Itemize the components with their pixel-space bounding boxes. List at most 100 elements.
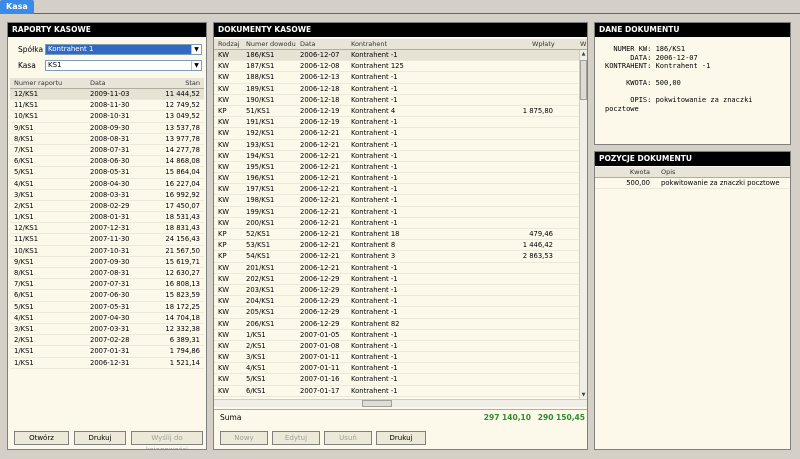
chevron-down-icon[interactable]: ▼ xyxy=(191,61,201,70)
table-row[interactable]: KW 205/KS1 2006-12-29 Kontrahent -1 xyxy=(214,307,579,319)
table-row[interactable]: KW 206/KS1 2006-12-29 Kontrahent 82 xyxy=(214,319,579,330)
table-row[interactable]: KW 202/KS1 2006-12-29 Kontrahent -1 xyxy=(214,274,579,285)
col-opis[interactable]: Opis xyxy=(661,167,675,178)
col-data[interactable]: Data xyxy=(300,39,316,50)
table-row[interactable]: 11/KS1 2007-11-30 24 156,43 xyxy=(10,234,204,246)
usun-button[interactable]: Usuń xyxy=(324,431,372,445)
col-wplaty[interactable]: Wpłaty xyxy=(532,39,555,50)
table-row[interactable]: 1/KS1 2006-12-31 1 521,14 xyxy=(10,358,204,369)
table-row[interactable]: 2/KS1 2007-02-28 6 389,31 xyxy=(10,335,204,347)
dokumenty-vscroll[interactable]: ▲ ▼ xyxy=(579,50,587,399)
scroll-up-icon[interactable]: ▲ xyxy=(580,50,587,58)
drukuj-dokument-button[interactable]: Drukuj xyxy=(376,431,426,445)
table-row[interactable]: 5/KS1 2008-05-31 15 864,04 xyxy=(10,167,204,179)
table-row[interactable]: 3/KS1 2008-03-31 16 992,92 xyxy=(10,190,204,201)
table-row[interactable]: 12/KS1 2009-11-03 11 444,52 xyxy=(10,89,204,101)
table-row[interactable]: KW 189/KS1 2006-12-18 Kontrahent -1 xyxy=(214,84,579,95)
table-row[interactable]: KW 2/KS1 2007-01-08 Kontrahent -1 xyxy=(214,341,579,353)
cell-data: 2008-06-30 xyxy=(90,157,130,166)
col-stan[interactable]: Stan xyxy=(185,78,200,89)
col-numer-dowodu[interactable]: Numer dowodu xyxy=(246,39,296,50)
cell-stan: 18 531,43 xyxy=(165,213,200,222)
cell-data: 2006-12-21 xyxy=(300,207,340,216)
col-rodzaj[interactable]: Rodzaj xyxy=(218,39,240,50)
cell-stan: 15 864,04 xyxy=(165,168,200,177)
kasa-select[interactable]: KS1 ▼ xyxy=(45,60,202,71)
table-row[interactable]: KW 204/KS1 2006-12-29 Kontrahent -1 xyxy=(214,296,579,308)
table-row[interactable]: KW 6/KS1 2007-01-17 Kontrahent -1 xyxy=(214,386,579,397)
table-row[interactable]: 7/KS1 2007-07-31 16 808,13 xyxy=(10,279,204,291)
vscroll-thumb[interactable] xyxy=(580,60,587,100)
table-row[interactable]: 12/KS1 2007-12-31 18 831,43 xyxy=(10,223,204,235)
table-row[interactable]: KW 186/KS1 2006-12-07 Kontrahent -1 xyxy=(214,50,579,62)
table-row[interactable]: 500,00 pokwitowanie za znaczki pocztowe xyxy=(595,178,790,190)
table-row[interactable]: 4/KS1 2007-04-30 14 704,18 xyxy=(10,313,204,324)
table-row[interactable]: KW 5/KS1 2007-01-16 Kontrahent -1 xyxy=(214,374,579,386)
nowy-button[interactable]: Nowy xyxy=(220,431,268,445)
table-row[interactable]: 9/KS1 2008-09-30 13 537,78 xyxy=(10,123,204,134)
table-row[interactable]: KP 51/KS1 2006-12-19 Kontrahent 4 1 875,80 xyxy=(214,106,579,118)
col-data[interactable]: Data xyxy=(90,78,106,89)
table-row[interactable]: KW 188/KS1 2006-12-13 Kontrahent -1 xyxy=(214,72,579,84)
cell-rodzaj: KW xyxy=(218,62,229,71)
table-row[interactable]: KW 192/KS1 2006-12-21 Kontrahent -1 xyxy=(214,128,579,140)
table-row[interactable]: 10/KS1 2008-10-31 13 049,52 xyxy=(10,111,204,123)
cell-rodzaj: KW xyxy=(218,218,229,227)
table-row[interactable]: 1/KS1 2008-01-31 18 531,43 xyxy=(10,212,204,224)
table-row[interactable]: KW 198/KS1 2006-12-21 Kontrahent -1 xyxy=(214,195,579,207)
scroll-down-icon[interactable]: ▼ xyxy=(580,391,587,399)
table-row[interactable]: KW 190/KS1 2006-12-18 Kontrahent -1 xyxy=(214,95,579,106)
table-row[interactable]: 11/KS1 2008-11-30 12 749,52 xyxy=(10,100,204,112)
table-row[interactable]: KW 196/KS1 2006-12-21 Kontrahent -1 xyxy=(214,173,579,185)
table-row[interactable]: 8/KS1 2008-08-31 13 977,78 xyxy=(10,134,204,145)
table-row[interactable]: KP 52/KS1 2006-12-21 Kontrahent 18 479,46 xyxy=(214,229,579,241)
otworz-button[interactable]: Otwórz xyxy=(14,431,69,445)
table-row[interactable]: KW 201/KS1 2006-12-21 Kontrahent -1 xyxy=(214,263,579,274)
table-row[interactable]: 2/KS1 2008-02-29 17 450,07 xyxy=(10,201,204,213)
hscroll-thumb[interactable] xyxy=(362,400,392,407)
table-row[interactable]: 7/KS1 2008-07-31 14 277,78 xyxy=(10,145,204,157)
table-row[interactable]: KW 197/KS1 2006-12-21 Kontrahent -1 xyxy=(214,184,579,196)
cell-numer: 6/KS1 xyxy=(14,157,34,166)
table-row[interactable]: 3/KS1 2007-03-31 12 332,38 xyxy=(10,324,204,336)
cell-numer: 7/KS1 xyxy=(14,145,34,154)
table-row[interactable]: KW 195/KS1 2006-12-21 Kontrahent -1 xyxy=(214,162,579,174)
table-row[interactable]: 10/KS1 2007-10-31 21 567,50 xyxy=(10,246,204,257)
table-row[interactable]: KW 199/KS1 2006-12-21 Kontrahent -1 xyxy=(214,207,579,218)
table-row[interactable]: 6/KS1 2008-06-30 14 868,08 xyxy=(10,156,204,168)
spolka-select[interactable]: Kontrahent 1 ▼ xyxy=(45,44,202,55)
col-wyplaty[interactable]: W xyxy=(580,39,586,50)
table-row[interactable]: KW 193/KS1 2006-12-21 Kontrahent -1 xyxy=(214,140,579,151)
table-row[interactable]: KP 54/KS1 2006-12-21 Kontrahent 3 2 863,53 xyxy=(214,251,579,263)
table-row[interactable]: 1/KS1 2007-01-31 1 794,86 xyxy=(10,346,204,358)
table-row[interactable]: KW 1/KS1 2007-01-05 Kontrahent -1 xyxy=(214,330,579,341)
col-numer-raportu[interactable]: Numer raportu xyxy=(14,78,62,89)
chevron-down-icon[interactable]: ▼ xyxy=(191,45,201,54)
table-row[interactable]: KW 203/KS1 2006-12-29 Kontrahent -1 xyxy=(214,285,579,297)
table-row[interactable]: KW 191/KS1 2006-12-19 Kontrahent -1 xyxy=(214,117,579,129)
table-row[interactable]: 5/KS1 2007-05-31 18 172,25 xyxy=(10,302,204,313)
tab-kasa[interactable]: Kasa xyxy=(0,0,34,14)
table-row[interactable]: 8/KS1 2007-08-31 12 630,27 xyxy=(10,268,204,280)
table-row[interactable]: KW 194/KS1 2006-12-21 Kontrahent -1 xyxy=(214,151,579,162)
table-row[interactable]: KW 3/KS1 2007-01-11 Kontrahent -1 xyxy=(214,352,579,364)
col-kontrahent[interactable]: Kontrahent xyxy=(351,39,387,50)
dokumenty-hscroll[interactable] xyxy=(214,399,587,407)
table-row[interactable]: KW 4/KS1 2007-01-11 Kontrahent -1 xyxy=(214,363,579,375)
table-row[interactable]: KW 200/KS1 2006-12-21 Kontrahent -1 xyxy=(214,218,579,229)
cell-kwota: 500,00 xyxy=(626,179,650,187)
cell-data: 2006-12-21 xyxy=(300,252,340,261)
cell-numer: 204/KS1 xyxy=(246,297,275,306)
cell-data: 2007-05-31 xyxy=(90,302,130,311)
table-row[interactable]: 6/KS1 2007-06-30 15 823,59 xyxy=(10,290,204,302)
table-row[interactable]: KP 53/KS1 2006-12-21 Kontrahent 8 1 446,42 xyxy=(214,240,579,252)
wyslij-do-ksiegowosci-button[interactable]: Wyślij do księgowości xyxy=(131,431,203,449)
col-kwota[interactable]: Kwota xyxy=(630,167,650,178)
table-row[interactable]: 4/KS1 2008-04-30 16 227,04 xyxy=(10,179,204,190)
cell-data: 2007-09-30 xyxy=(90,257,130,266)
cell-kontrahent: Kontrahent -1 xyxy=(351,73,398,82)
table-row[interactable]: 9/KS1 2007-09-30 15 619,71 xyxy=(10,257,204,268)
drukuj-raport-button[interactable]: Drukuj xyxy=(74,431,126,445)
edytuj-button[interactable]: Edytuj xyxy=(272,431,320,445)
table-row[interactable]: KW 187/KS1 2006-12-08 Kontrahent 125 xyxy=(214,61,579,73)
